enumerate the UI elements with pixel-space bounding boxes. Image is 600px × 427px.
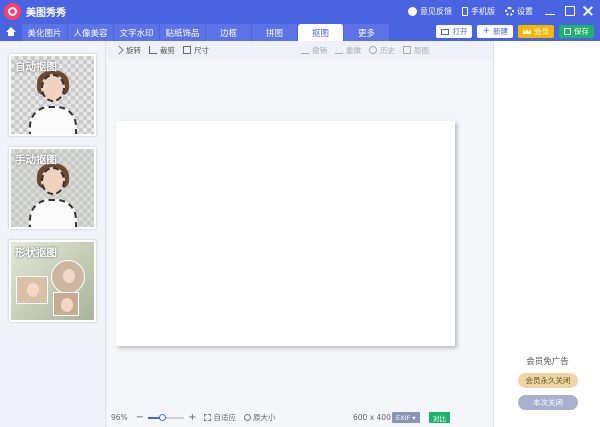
fit-icon xyxy=(204,414,212,421)
save-button[interactable]: 保存 xyxy=(559,25,594,38)
tab-3[interactable]: 贴纸饰品 xyxy=(160,24,206,41)
title-bar: 美图秀秀 意见反馈 手机版 设置 xyxy=(0,0,600,22)
portrait-thumbnail xyxy=(27,68,79,134)
tab-6[interactable]: 抠图 xyxy=(298,24,344,41)
open-label: 打开 xyxy=(452,27,468,36)
exif-button[interactable]: EXIF ▾ xyxy=(392,412,420,423)
home-button[interactable] xyxy=(0,22,22,41)
close-button[interactable] xyxy=(581,4,595,18)
card-label: 自动抠图 xyxy=(15,61,57,73)
undo-icon xyxy=(301,46,309,54)
canvas-workarea xyxy=(107,59,493,408)
rotate-icon xyxy=(114,45,124,55)
app-logo-icon xyxy=(4,2,21,20)
settings-label: 设置 xyxy=(517,6,533,16)
crop-button[interactable]: 裁剪 xyxy=(149,45,175,56)
save-label: 保存 xyxy=(574,27,589,36)
new-button[interactable]: + 新建 xyxy=(477,25,513,38)
vip-label: 会员 xyxy=(534,27,549,36)
zoom-slider[interactable] xyxy=(148,413,185,421)
fit-button[interactable]: 自适应 xyxy=(204,412,236,423)
fit-label: 自适应 xyxy=(213,413,236,422)
shape-photo-square xyxy=(53,292,79,316)
zoom-out-button[interactable]: − xyxy=(136,412,144,423)
minimize-button[interactable] xyxy=(543,4,557,18)
history-label: 历史 xyxy=(380,45,395,55)
shape-cutout-card[interactable]: 形状抠图 xyxy=(9,240,96,322)
original-size-icon xyxy=(243,414,251,421)
tab-4[interactable]: 边框 xyxy=(206,24,252,41)
app-title: 美图秀秀 xyxy=(26,7,66,19)
shape-photo-rect xyxy=(16,276,48,304)
exif-label: EXIF xyxy=(396,413,411,422)
image-dimensions: 600 x 400 xyxy=(353,413,391,422)
tab-list: 美化图片 人像美容 文字水印 贴纸饰品 边框 拼图 抠图 更多 xyxy=(22,22,390,41)
mobile-button[interactable]: 手机版 xyxy=(462,6,495,17)
save-icon xyxy=(564,28,571,35)
shape-photo-circle xyxy=(51,260,85,294)
size-icon xyxy=(183,46,191,54)
redo-label: 重做 xyxy=(346,45,361,55)
crop-label: 裁剪 xyxy=(160,45,175,55)
app-window: 美图秀秀 意见反馈 手机版 设置 美化图片 人像美容 文字水印 贴纸饰品 边框 拼图 抠图更… xyxy=(0,0,600,427)
vip-button[interactable]: 会员 xyxy=(518,25,554,38)
status-bar: 96% − + 自适应 原大小 600 x 400 EXIF ▾ 对比 xyxy=(107,408,493,427)
close-ads-once-button[interactable]: 本次关闭 xyxy=(518,395,578,410)
right-side-panel: 会员免广告 会员永久关闭 本次关闭 xyxy=(493,41,600,427)
tab-bar: 美化图片 人像美容 文字水印 贴纸饰品 边框 拼图 抠图 更多 打开 + 新建 会员 保存 xyxy=(0,22,600,41)
image-canvas[interactable] xyxy=(116,121,455,346)
zoom-value: 96% xyxy=(111,413,128,422)
redo-icon xyxy=(335,46,343,54)
compare-label: 对比 xyxy=(433,414,446,423)
redo-button[interactable]: 重做 xyxy=(335,45,361,56)
portrait-thumbnail xyxy=(27,161,79,227)
manual-cutout-card[interactable]: 手动抠图 xyxy=(9,147,96,229)
size-button[interactable]: 尺寸 xyxy=(183,45,209,56)
undo-label: 撤销 xyxy=(312,45,327,55)
original-image-icon xyxy=(403,46,411,54)
open-icon xyxy=(441,28,450,35)
original-button[interactable]: 原图 xyxy=(403,45,429,56)
cutout-mode-panel: 自动抠图 手动抠图 形状抠图 xyxy=(0,41,106,427)
original-size-button[interactable]: 原大小 xyxy=(243,412,276,423)
home-icon xyxy=(6,27,16,36)
zoom-in-button[interactable]: + xyxy=(188,412,196,423)
settings-button[interactable]: 设置 xyxy=(505,6,533,17)
maximize-button[interactable] xyxy=(565,6,575,16)
plus-icon: + xyxy=(482,26,490,36)
crop-icon xyxy=(149,46,157,54)
tab-1[interactable]: 人像美容 xyxy=(68,24,114,41)
new-label: 新建 xyxy=(493,27,508,36)
undo-button[interactable]: 撤销 xyxy=(301,45,327,56)
feedback-label: 意见反馈 xyxy=(420,6,452,16)
history-button[interactable]: 历史 xyxy=(369,45,395,56)
size-label: 尺寸 xyxy=(194,45,209,55)
card-label: 手动抠图 xyxy=(15,154,57,166)
tab-5[interactable]: 拼图 xyxy=(252,24,298,41)
crown-icon xyxy=(523,29,531,34)
ad-free-title: 会员免广告 xyxy=(526,357,569,367)
original-size-label: 原大小 xyxy=(252,413,276,422)
tab-2[interactable]: 文字水印 xyxy=(114,24,160,41)
history-icon xyxy=(369,46,377,54)
feedback-icon xyxy=(408,6,417,16)
zoom-slider-handle[interactable] xyxy=(159,413,167,421)
phone-icon xyxy=(462,6,468,16)
card-label: 形状抠图 xyxy=(15,247,57,259)
tab-7[interactable]: 更多 xyxy=(344,24,390,41)
auto-cutout-card[interactable]: 自动抠图 xyxy=(9,54,96,136)
gear-icon xyxy=(505,6,514,16)
compare-button[interactable]: 对比 xyxy=(429,412,450,423)
rotate-label: 旋转 xyxy=(126,45,141,55)
feedback-button[interactable]: 意见反馈 xyxy=(408,6,452,17)
edit-toolbar: 旋转 裁剪 尺寸 撤销 重做 历史 原图 xyxy=(107,41,493,59)
tab-0[interactable]: 美化图片 xyxy=(22,24,68,41)
rotate-button[interactable]: 旋转 xyxy=(114,45,141,56)
mobile-label: 手机版 xyxy=(471,6,495,16)
open-button[interactable]: 打开 xyxy=(436,25,473,38)
vip-close-ads-button[interactable]: 会员永久关闭 xyxy=(518,373,578,388)
original-label: 原图 xyxy=(414,45,429,55)
